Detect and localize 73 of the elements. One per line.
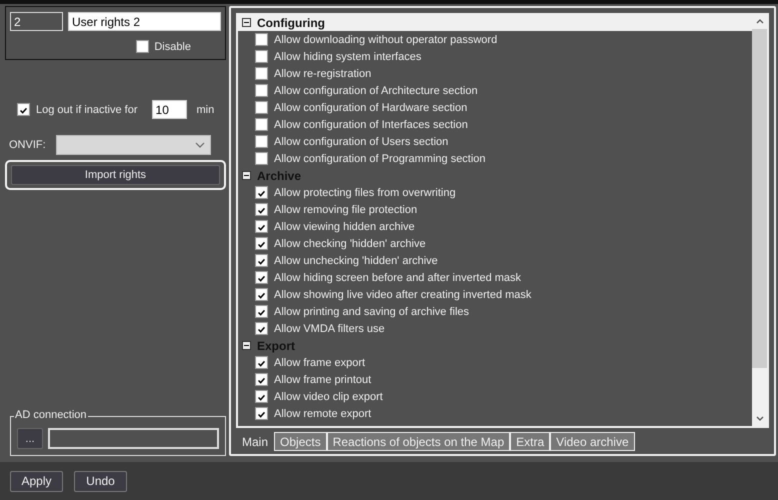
unit-label: min <box>196 104 214 116</box>
timeout-field[interactable]: 10 <box>152 100 187 119</box>
permission-checkbox[interactable] <box>255 84 268 97</box>
onvif-label: ONVIF: <box>9 139 46 151</box>
permission-checkbox[interactable] <box>255 390 268 403</box>
permission-label: Allow configuration of Architecture section <box>274 84 478 96</box>
permission-checkbox[interactable] <box>255 50 268 63</box>
group-title: Configuring <box>257 16 325 30</box>
permission-checkbox[interactable] <box>255 271 268 284</box>
logout-label: Log out if inactive for <box>36 104 138 116</box>
collapse-icon[interactable] <box>242 18 251 27</box>
permission-label: Allow hiding screen before and after inverted mask <box>274 272 522 284</box>
group-title: Archive <box>257 168 302 182</box>
permission-label: Allow hiding system interfaces <box>274 50 422 62</box>
permission-checkbox[interactable] <box>255 237 268 250</box>
scroll-up-icon[interactable] <box>756 19 764 24</box>
permission-label: Allow remote export <box>274 408 372 420</box>
permission-label: Allow VMDA filters use <box>274 322 385 334</box>
id-field[interactable]: 2 <box>10 12 63 31</box>
logout-checkbox[interactable] <box>17 103 30 116</box>
permission-label: Allow re-registration <box>274 68 372 80</box>
collapse-icon[interactable] <box>242 171 251 180</box>
permission-checkbox[interactable] <box>255 203 268 216</box>
chevron-down-icon <box>194 142 205 148</box>
name-field[interactable]: User rights 2 <box>68 12 221 31</box>
permission-label: Allow configuration of Users section <box>274 136 448 148</box>
permission-label: Allow unchecking 'hidden' archive <box>274 254 438 266</box>
group-row[interactable]: Configuring <box>238 14 752 31</box>
permission-label: Allow video clip export <box>274 390 383 402</box>
permission-label: Allow configuration of Interfaces section <box>274 118 468 130</box>
permission-checkbox[interactable] <box>255 254 268 267</box>
disable-checkbox[interactable] <box>136 40 150 53</box>
permission-label: Allow removing file protection <box>274 204 418 216</box>
permission-checkbox[interactable] <box>255 288 268 301</box>
permission-label: Allow configuration of Hardware section <box>274 102 468 114</box>
permission-checkbox[interactable] <box>255 118 268 131</box>
permission-label: Allow frame printout <box>274 374 372 386</box>
tab[interactable]: Video archive <box>550 432 635 451</box>
scroll-down-icon[interactable] <box>756 416 764 421</box>
permission-label: Allow configuration of Programming section <box>274 152 486 164</box>
permission-label: Allow viewing hidden archive <box>274 220 415 232</box>
permission-checkbox[interactable] <box>255 407 268 420</box>
permission-checkbox[interactable] <box>255 305 268 318</box>
permission-checkbox[interactable] <box>255 101 268 114</box>
group-title: Export <box>257 338 296 352</box>
permission-label: Allow frame export <box>274 356 366 368</box>
permission-label: Allow downloading without operator password <box>274 34 498 46</box>
permission-label: Allow checking 'hidden' archive <box>274 238 426 250</box>
permission-checkbox[interactable] <box>255 322 268 335</box>
permission-checkbox[interactable] <box>255 373 268 386</box>
scrollbar-thumb[interactable] <box>752 29 767 368</box>
permission-checkbox[interactable] <box>255 356 268 369</box>
import-rights-button[interactable]: Import rights <box>11 165 220 185</box>
ad-connection-title: AD connection <box>14 409 88 421</box>
ad-connection-field[interactable] <box>48 428 219 449</box>
scrollbar[interactable] <box>752 14 767 426</box>
tab[interactable]: Objects <box>274 432 327 451</box>
permission-checkbox[interactable] <box>255 186 268 199</box>
browse-button[interactable]: ... <box>17 428 43 449</box>
permission-checkbox[interactable] <box>255 152 268 165</box>
tab[interactable]: Reactions of objects on the Map <box>326 432 510 451</box>
permission-checkbox[interactable] <box>255 33 268 46</box>
permission-checkbox[interactable] <box>255 220 268 233</box>
disable-label: Disable <box>154 40 191 52</box>
tab[interactable]: Extra <box>510 432 550 451</box>
permission-checkbox[interactable] <box>255 135 268 148</box>
collapse-icon[interactable] <box>242 341 251 350</box>
permission-label: Allow printing and saving of archive files <box>274 306 470 318</box>
footer-button[interactable]: Undo <box>74 470 127 492</box>
footer-button[interactable]: Apply <box>10 470 63 492</box>
permission-label: Allow showing live video after creating inverted mask <box>274 288 532 300</box>
permission-checkbox[interactable] <box>255 67 268 80</box>
permission-label: Allow protecting files from overwriting <box>274 186 456 198</box>
